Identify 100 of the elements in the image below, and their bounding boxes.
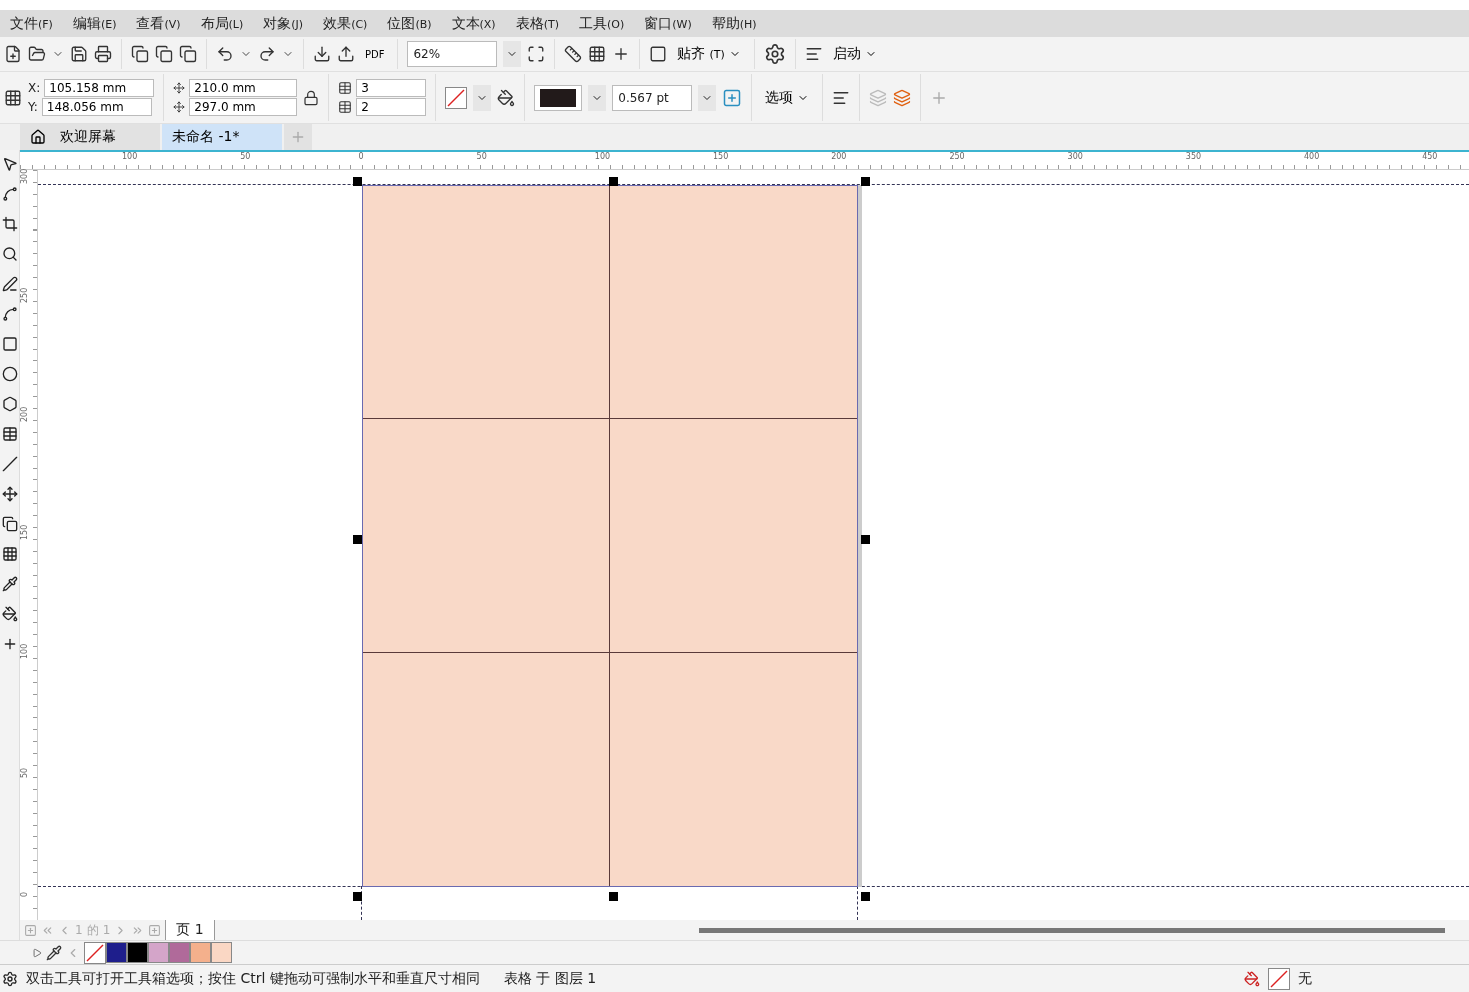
no-color-swatch[interactable] bbox=[84, 941, 106, 964]
page-tab[interactable]: 页 1 bbox=[165, 920, 215, 940]
menu-item[interactable]: 文本(X) bbox=[441, 10, 506, 37]
ruler-label: 300 bbox=[20, 168, 29, 184]
curve-icon[interactable] bbox=[1, 186, 18, 202]
copy-icon[interactable] bbox=[155, 45, 173, 63]
launch-button[interactable]: 启动 bbox=[828, 43, 881, 65]
menu-item[interactable]: 位图(B) bbox=[377, 10, 442, 37]
print-icon[interactable] bbox=[94, 45, 112, 63]
lock-icon[interactable] bbox=[303, 89, 320, 106]
menu-item[interactable]: 编辑(E) bbox=[62, 10, 127, 37]
outline-width-field[interactable]: 0.567 pt bbox=[612, 84, 693, 111]
ruler-label: 50 bbox=[20, 767, 29, 778]
color-swatch[interactable] bbox=[106, 941, 127, 963]
ruler-label: 100 bbox=[594, 152, 611, 161]
options-button[interactable]: 选项 bbox=[761, 86, 814, 109]
menu-item[interactable]: 对象(J) bbox=[253, 10, 314, 37]
menu-item[interactable]: 布局(L) bbox=[190, 10, 254, 37]
color-swatch bbox=[540, 88, 577, 107]
x-field[interactable]: 105.158 mm bbox=[44, 79, 155, 97]
x-label: X: bbox=[28, 81, 41, 95]
scrollbar[interactable] bbox=[698, 927, 1445, 933]
plus-icon bbox=[290, 129, 306, 145]
snap-button[interactable]: 贴齐 (T) bbox=[673, 43, 745, 65]
width-field[interactable]: 210.0 mm bbox=[189, 79, 298, 97]
selection-handle[interactable] bbox=[609, 177, 618, 186]
menu-item[interactable]: 查看(V) bbox=[126, 10, 191, 37]
eyedropper-icon bbox=[46, 944, 62, 961]
color-field[interactable] bbox=[534, 84, 583, 111]
page-total: 1 bbox=[102, 923, 111, 937]
document-tab[interactable]: 未命名 -1* bbox=[162, 124, 282, 150]
columns-field[interactable]: 2 bbox=[356, 98, 427, 116]
rows-field[interactable]: 3 bbox=[356, 79, 427, 97]
pointer-icon[interactable] bbox=[1, 156, 18, 172]
color-swatch[interactable] bbox=[190, 941, 211, 963]
menu-item[interactable]: 窗口(W) bbox=[634, 10, 702, 37]
export-icon[interactable] bbox=[337, 45, 355, 63]
save-icon[interactable] bbox=[70, 45, 88, 63]
ruler-label: 100 bbox=[122, 152, 138, 161]
settings-icon[interactable] bbox=[763, 43, 786, 65]
full-screen-icon[interactable] bbox=[527, 45, 546, 63]
ruler-label: 200 bbox=[831, 152, 847, 161]
undo-icon[interactable] bbox=[216, 45, 234, 63]
import-icon[interactable] bbox=[313, 45, 331, 63]
eyedropper-icon[interactable] bbox=[1, 576, 18, 592]
fill-icon[interactable] bbox=[1, 606, 18, 622]
selection-handle[interactable] bbox=[353, 177, 362, 186]
selection-handle[interactable] bbox=[861, 177, 870, 186]
selection-handle[interactable] bbox=[861, 535, 870, 544]
y-field[interactable]: 148.056 mm bbox=[41, 98, 152, 116]
menu-item[interactable]: 工具(O) bbox=[568, 10, 635, 37]
selection-handle[interactable] bbox=[609, 892, 618, 901]
pen-icon[interactable] bbox=[1, 306, 18, 322]
selection-handle[interactable] bbox=[861, 892, 870, 901]
menu-item[interactable]: 表格(T) bbox=[505, 10, 569, 37]
color-swatch[interactable] bbox=[211, 941, 232, 963]
layers-icon[interactable] bbox=[893, 88, 912, 107]
color-swatch[interactable] bbox=[169, 941, 190, 963]
rows-icon[interactable] bbox=[338, 81, 353, 95]
add-page-icon bbox=[148, 923, 162, 937]
freehand-icon[interactable] bbox=[1, 276, 18, 292]
expand-icon bbox=[32, 947, 42, 958]
shadow-icon[interactable] bbox=[1, 516, 18, 532]
columns-icon[interactable] bbox=[338, 100, 353, 114]
ruler-label: 400 bbox=[1304, 152, 1320, 161]
add-page-icon bbox=[24, 923, 37, 937]
dropdown-caret-icon[interactable] bbox=[503, 41, 522, 67]
document-tab[interactable]: 欢迎屏幕 bbox=[20, 124, 160, 150]
redo-icon[interactable] bbox=[258, 45, 276, 63]
height-field[interactable]: 297.0 mm bbox=[189, 98, 298, 116]
dropdown-caret-icon[interactable] bbox=[698, 84, 717, 111]
polygon-icon[interactable] bbox=[1, 396, 18, 412]
selection-handle[interactable] bbox=[353, 892, 362, 901]
dropdown-caret-icon[interactable] bbox=[473, 84, 492, 111]
ruler-label: 450 bbox=[1422, 152, 1438, 161]
add-square-icon[interactable] bbox=[722, 87, 743, 108]
ruler-icon[interactable] bbox=[564, 45, 583, 63]
outline-style-icon[interactable] bbox=[445, 86, 468, 109]
color-swatch[interactable] bbox=[148, 941, 169, 963]
ruler-label: 300 bbox=[1067, 152, 1083, 161]
line-icon[interactable] bbox=[1, 456, 18, 472]
table-icon[interactable] bbox=[1, 426, 18, 442]
grid-icon[interactable] bbox=[588, 45, 607, 63]
crop-icon[interactable] bbox=[1, 216, 18, 232]
ellipse-icon[interactable] bbox=[1, 366, 18, 382]
open-folder-icon[interactable] bbox=[28, 45, 46, 63]
fill-status: 无 bbox=[1298, 969, 1313, 988]
color-swatch[interactable] bbox=[127, 941, 148, 963]
dropdown-caret-icon[interactable] bbox=[588, 84, 607, 111]
fill-bucket-icon[interactable] bbox=[497, 88, 516, 107]
zoom-field[interactable]: 62% bbox=[407, 41, 498, 67]
menu-item[interactable]: 效果(C) bbox=[313, 10, 378, 37]
page-current: 1 bbox=[75, 923, 83, 937]
selection-handle[interactable] bbox=[353, 535, 362, 544]
menu-item[interactable]: 帮助(H) bbox=[701, 10, 767, 37]
rectangle-icon[interactable] bbox=[1, 336, 18, 352]
menu-item[interactable]: 文件(F) bbox=[0, 10, 63, 37]
new-file-icon[interactable] bbox=[4, 45, 22, 63]
zoom-icon[interactable] bbox=[1, 246, 18, 262]
pdf-button[interactable]: PDF bbox=[361, 46, 389, 62]
